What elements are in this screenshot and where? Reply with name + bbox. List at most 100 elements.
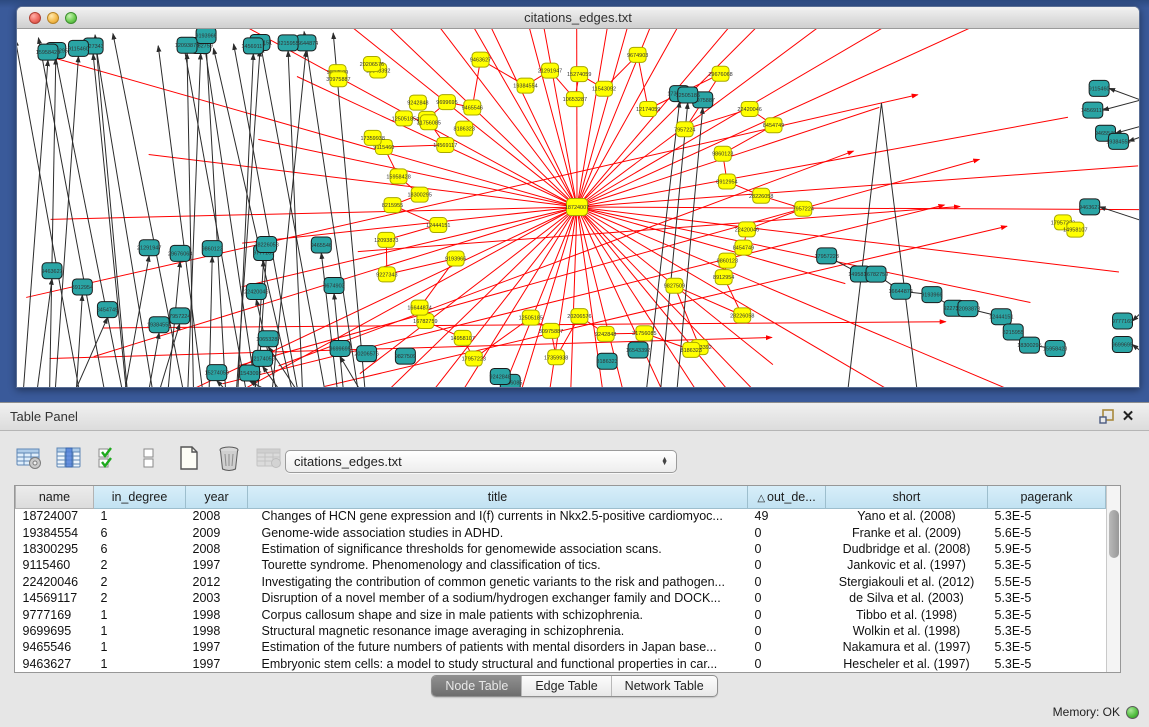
table-row[interactable]: 1872400712008Changes of HCN gene express… <box>16 508 1106 524</box>
table-cell[interactable]: 0 <box>748 541 826 557</box>
column-header-short[interactable]: short <box>826 486 988 508</box>
select-all-rows-icon[interactable] <box>94 443 124 473</box>
table-cell[interactable]: 9115460 <box>16 557 94 573</box>
create-column-icon[interactable] <box>174 443 204 473</box>
table-cell[interactable]: 49 <box>748 508 826 524</box>
table-row[interactable]: 2242004622012Investigating the contribut… <box>16 574 1106 590</box>
float-panel-icon[interactable] <box>1095 408 1117 426</box>
table-cell[interactable]: 2008 <box>186 508 248 524</box>
table-row[interactable]: 1830029562008Estimation of significance … <box>16 541 1106 557</box>
table-cell[interactable]: 5.3E-5 <box>988 557 1106 573</box>
table-cell[interactable]: 2 <box>94 590 186 606</box>
column-header-pagerank[interactable]: pagerank <box>988 486 1106 508</box>
table-cell[interactable]: 18724007 <box>16 508 94 524</box>
minimize-window-icon[interactable] <box>47 12 59 24</box>
table-cell[interactable]: 19384554 <box>16 524 94 540</box>
column-header-name[interactable]: name <box>16 486 94 508</box>
table-cell[interactable]: 5.3E-5 <box>988 623 1106 639</box>
table-cell[interactable]: 1 <box>94 639 186 655</box>
column-header-year[interactable]: year <box>186 486 248 508</box>
scrollbar-thumb[interactable] <box>1109 510 1119 558</box>
table-cell[interactable]: Investigating the contribution of common… <box>248 574 748 590</box>
table-cell[interactable]: 5.3E-5 <box>988 606 1106 622</box>
table-cell[interactable]: de Silva et al. (2003) <box>826 590 988 606</box>
table-source-dropdown[interactable]: citations_edges.txt ▲▼ <box>285 450 677 473</box>
table-cell[interactable]: Hescheler et al. (1997) <box>826 656 988 672</box>
tab-node-table[interactable]: Node Table <box>432 676 521 696</box>
table-cell[interactable]: 5.3E-5 <box>988 590 1106 606</box>
table-cell[interactable]: 1997 <box>186 557 248 573</box>
table-cell[interactable]: 9699695 <box>16 623 94 639</box>
table-cell[interactable]: 2008 <box>186 541 248 557</box>
table-cell[interactable]: 0 <box>748 656 826 672</box>
table-cell[interactable]: 1998 <box>186 606 248 622</box>
table-row[interactable]: 946362711997Embryonic stem cells: a mode… <box>16 656 1106 672</box>
network-window[interactable]: citations_edges.txt 79572242242004684547… <box>16 6 1140 388</box>
tab-edge-table[interactable]: Edge Table <box>521 676 610 696</box>
table-cell[interactable]: 1998 <box>186 623 248 639</box>
table-cell[interactable]: 2009 <box>186 524 248 540</box>
table-cell[interactable]: 9463627 <box>16 656 94 672</box>
table-cell[interactable]: 5.3E-5 <box>988 639 1106 655</box>
tab-network-table[interactable]: Network Table <box>611 676 717 696</box>
table-cell[interactable]: Nakamura et al. (1997) <box>826 639 988 655</box>
table-vertical-scrollbar[interactable] <box>1106 486 1120 672</box>
close-window-icon[interactable] <box>29 12 41 24</box>
table-row[interactable]: 1938455462009Genome-wide association stu… <box>16 524 1106 540</box>
table-cell[interactable]: 1 <box>94 606 186 622</box>
table-cell[interactable]: Tibbo et al. (1998) <box>826 606 988 622</box>
table-cell[interactable]: 6 <box>94 541 186 557</box>
table-cell[interactable]: Corpus callosum shape and size in male p… <box>248 606 748 622</box>
table-cell[interactable]: 0 <box>748 590 826 606</box>
table-cell[interactable]: Structural magnetic resonance image aver… <box>248 623 748 639</box>
table-cell[interactable]: 22420046 <box>16 574 94 590</box>
table-row[interactable]: 969969511998Structural magnetic resonanc… <box>16 623 1106 639</box>
table-cell[interactable]: 0 <box>748 623 826 639</box>
table-cell[interactable]: 6 <box>94 524 186 540</box>
table-cell[interactable]: Disruption of a novel member of a sodium… <box>248 590 748 606</box>
table-row[interactable]: 911546021997Tourette syndrome. Phenomeno… <box>16 557 1106 573</box>
table-cell[interactable]: 0 <box>748 557 826 573</box>
delete-table-disabled-icon[interactable] <box>254 443 284 473</box>
table-cell[interactable]: Wolkin et al. (1998) <box>826 623 988 639</box>
table-cell[interactable]: 1 <box>94 656 186 672</box>
table-cell[interactable]: 1 <box>94 623 186 639</box>
table-cell[interactable]: 5.6E-5 <box>988 524 1106 540</box>
table-cell[interactable]: Changes of HCN gene expression and I(f) … <box>248 508 748 524</box>
table-cell[interactable]: 1 <box>94 508 186 524</box>
table-cell[interactable]: 2012 <box>186 574 248 590</box>
table-cell[interactable]: Yano et al. (2008) <box>826 508 988 524</box>
table-row[interactable]: 1456911722003Disruption of a novel membe… <box>16 590 1106 606</box>
network-window-titlebar[interactable]: citations_edges.txt <box>17 7 1139 29</box>
table-cell[interactable]: 1997 <box>186 656 248 672</box>
column-header-in-degree[interactable]: in_degree <box>94 486 186 508</box>
table-cell[interactable]: 5.3E-5 <box>988 508 1106 524</box>
table-cell[interactable]: Jankovic et al. (1997) <box>826 557 988 573</box>
column-header-title[interactable]: title <box>248 486 748 508</box>
table-cell[interactable]: Genome-wide association studies in ADHD. <box>248 524 748 540</box>
table-cell[interactable]: 0 <box>748 606 826 622</box>
table-cell[interactable]: 9465546 <box>16 639 94 655</box>
table-cell[interactable]: 2003 <box>186 590 248 606</box>
table-cell[interactable]: Dudbridge et al. (2008) <box>826 541 988 557</box>
table-cell[interactable]: 2 <box>94 557 186 573</box>
table-cell[interactable]: 2 <box>94 574 186 590</box>
table-cell[interactable]: Stergiakouli et al. (2012) <box>826 574 988 590</box>
close-panel-icon[interactable]: ✕ <box>1117 408 1139 426</box>
table-cell[interactable]: Embryonic stem cells: a model to study s… <box>248 656 748 672</box>
table-mode-icon[interactable] <box>14 443 44 473</box>
table-cell[interactable]: 9777169 <box>16 606 94 622</box>
table-cell[interactable]: 18300295 <box>16 541 94 557</box>
clear-selection-icon[interactable] <box>134 443 164 473</box>
table-cell[interactable]: 1997 <box>186 639 248 655</box>
delete-column-icon[interactable] <box>214 443 244 473</box>
citation-network-graph[interactable]: 7957224224200468454749986012389129542822… <box>17 29 1139 387</box>
table-cell[interactable]: 5.9E-5 <box>988 541 1106 557</box>
table-cell[interactable]: 5.3E-5 <box>988 656 1106 672</box>
show-columns-icon[interactable] <box>54 443 84 473</box>
column-header-out-degree[interactable]: △out_de... <box>748 486 826 508</box>
network-graph-canvas[interactable]: 7957224224200468454749986012389129542822… <box>17 29 1139 387</box>
table-row[interactable]: 977716911998Corpus callosum shape and si… <box>16 606 1106 622</box>
zoom-window-icon[interactable] <box>65 12 77 24</box>
table-cell[interactable]: 5.5E-5 <box>988 574 1106 590</box>
